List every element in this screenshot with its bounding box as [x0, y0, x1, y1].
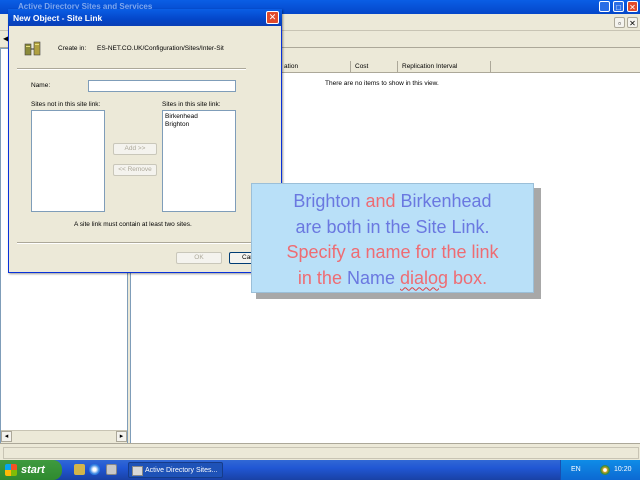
dialog-title: New Object - Site Link	[13, 13, 103, 23]
mmc-quicklaunch-icon[interactable]	[106, 464, 117, 475]
scroll-left-icon[interactable]: ◂	[1, 431, 12, 442]
dialog-close-icon[interactable]: ✕	[266, 11, 279, 24]
network-tray-icon[interactable]	[600, 465, 610, 475]
callout-line-3: Specify a name for the link	[286, 242, 499, 262]
close-icon[interactable]: ✕	[627, 1, 638, 12]
desktop-icon[interactable]	[74, 464, 85, 475]
sites-not-in-link-list[interactable]	[31, 110, 105, 212]
add-site-button[interactable]: Add >>	[113, 143, 157, 155]
child-restore-icon[interactable]: ▫	[614, 17, 625, 28]
language-indicator[interactable]: EN	[571, 466, 581, 473]
create-in-label: Create in:	[58, 45, 87, 52]
sites-in-link-label: Sites in this site link:	[162, 101, 221, 108]
dialog-separator-bottom	[17, 242, 279, 244]
status-bar-cell	[3, 447, 639, 459]
empty-list-message: There are no items to show in this view.	[325, 80, 439, 87]
maximize-icon[interactable]: □	[613, 1, 624, 12]
tree-horizontal-scrollbar[interactable]: ◂ ▸	[1, 430, 127, 443]
scroll-right-icon[interactable]: ▸	[116, 431, 127, 442]
mmc-app-icon	[132, 466, 143, 476]
create-in-path: ES-NET.CO.UK/Configuration/Sites/Inter-S…	[97, 45, 224, 52]
tutorial-callout: Brighton and Birkenhead are both in the …	[251, 183, 534, 293]
dialog-separator-top	[17, 68, 246, 70]
column-header-location[interactable]: ation	[280, 61, 351, 72]
callout-line-4: in the Name dialog box.	[297, 267, 488, 288]
site-link-name-input[interactable]	[88, 80, 236, 92]
list-item[interactable]: Birkenhead	[165, 113, 233, 121]
name-label: Name:	[31, 82, 51, 89]
sites-not-in-link-label: Sites not in this site link:	[31, 101, 101, 108]
site-link-icon	[24, 41, 41, 56]
column-header-cost[interactable]: Cost	[351, 61, 398, 72]
ok-button[interactable]: OK	[176, 252, 222, 264]
list-item[interactable]: Brighton	[165, 121, 233, 129]
minimum-sites-hint: A site link must contain at least two si…	[74, 221, 192, 228]
internet-explorer-icon[interactable]	[89, 464, 100, 475]
column-header-replication-interval[interactable]: Replication Interval	[398, 61, 491, 72]
remove-site-button[interactable]: << Remove	[113, 164, 157, 176]
callout-line-1: Brighton and Birkenhead	[293, 191, 492, 211]
windows-flag-icon	[5, 464, 17, 476]
clock[interactable]: 10:20	[614, 466, 632, 473]
callout-line-2: are both in the Site Link.	[295, 216, 490, 237]
child-close-icon[interactable]: ✕	[627, 17, 638, 28]
minimize-icon[interactable]: _	[599, 1, 610, 12]
sites-in-link-list[interactable]: Birkenhead Brighton	[162, 110, 236, 212]
status-bar	[0, 443, 640, 461]
